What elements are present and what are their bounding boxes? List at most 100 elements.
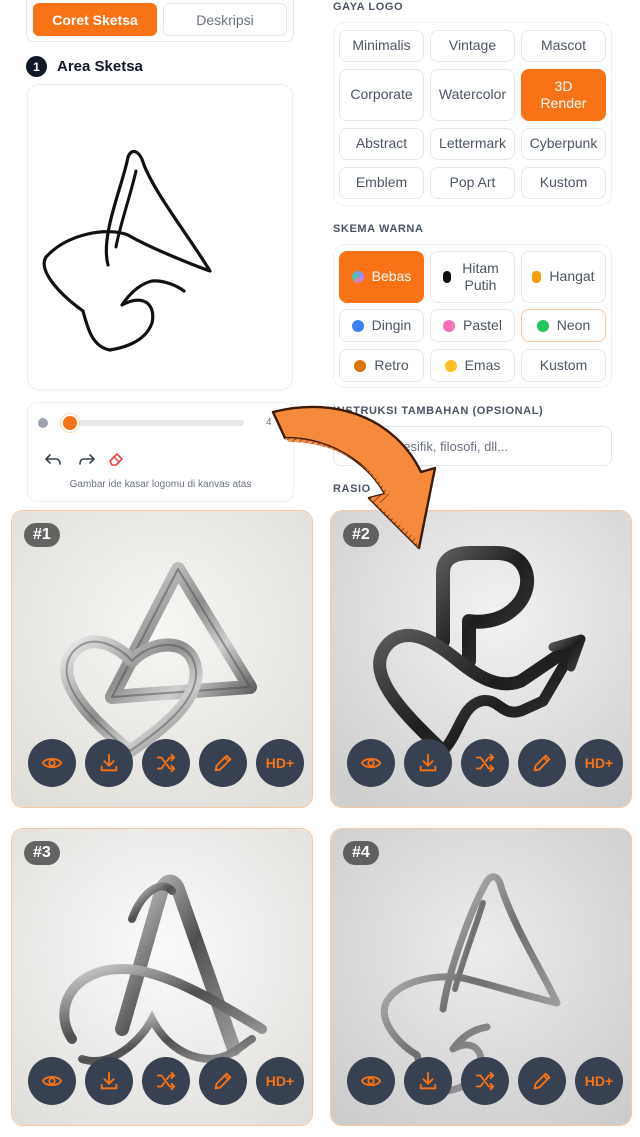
download-icon bbox=[419, 753, 437, 772]
style-option-corporate[interactable]: Corporate bbox=[339, 69, 424, 121]
style-option-emblem[interactable]: Emblem bbox=[339, 167, 424, 199]
style-option-abstract[interactable]: Abstract bbox=[339, 128, 424, 160]
shuffle-icon bbox=[475, 1071, 495, 1091]
tab-coret-sketsa[interactable]: Coret Sketsa bbox=[33, 3, 157, 36]
tab-deskripsi[interactable]: Deskripsi bbox=[163, 3, 287, 36]
download-icon bbox=[100, 753, 118, 772]
ratio-title: RASIO bbox=[333, 483, 371, 495]
view-button[interactable] bbox=[347, 1057, 395, 1105]
hd-upscale-button[interactable]: HD+ bbox=[256, 1057, 304, 1105]
color-scheme-title: SKEMA WARNA bbox=[333, 223, 424, 235]
pencil-icon bbox=[533, 754, 551, 772]
color-option-hangat[interactable]: Hangat bbox=[521, 251, 606, 303]
edit-button[interactable] bbox=[199, 1057, 247, 1105]
shuffle-icon bbox=[156, 753, 176, 773]
sketch-drawing bbox=[42, 149, 212, 352]
result-number-badge: #1 bbox=[24, 523, 60, 547]
eraser-icon[interactable] bbox=[106, 451, 126, 467]
shuffle-button[interactable] bbox=[142, 1057, 190, 1105]
logo-style-title: GAYA LOGO bbox=[333, 1, 404, 13]
download-button[interactable] bbox=[404, 739, 452, 787]
edit-button[interactable] bbox=[199, 739, 247, 787]
logo-style-grid: Minimalis Vintage Mascot Corporate Water… bbox=[333, 22, 612, 206]
brush-size-slider-thumb[interactable] bbox=[63, 416, 77, 430]
style-option-watercolor[interactable]: Watercolor bbox=[430, 69, 515, 121]
download-button[interactable] bbox=[404, 1057, 452, 1105]
instructions-title: INSTRUKSI TAMBAHAN (OPSIONAL) bbox=[333, 405, 544, 417]
shuffle-icon bbox=[475, 753, 495, 773]
style-option-minimalis[interactable]: Minimalis bbox=[339, 30, 424, 62]
color-option-emas[interactable]: Emas bbox=[430, 349, 515, 382]
pencil-icon bbox=[533, 1072, 551, 1090]
eye-icon bbox=[41, 757, 63, 769]
result-card-1[interactable]: #1 HD+ bbox=[11, 510, 313, 808]
neon-swatch-icon bbox=[536, 319, 549, 332]
download-button[interactable] bbox=[85, 739, 133, 787]
sketch-area-title: Area Sketsa bbox=[57, 58, 143, 75]
canvas-hint: Gambar ide kasar logomu di kanvas atas bbox=[69, 479, 252, 490]
color-option-label: Hitam Putih bbox=[462, 259, 499, 294]
color-option-label: Hangat bbox=[549, 268, 595, 285]
brush-size-slider[interactable] bbox=[62, 420, 244, 426]
hd-upscale-button[interactable]: HD+ bbox=[575, 739, 623, 787]
sketch-canvas[interactable] bbox=[27, 84, 293, 390]
style-option-pop-art[interactable]: Pop Art bbox=[430, 167, 515, 199]
result-number-badge: #4 bbox=[343, 841, 379, 865]
step-number-badge: 1 bbox=[26, 56, 47, 77]
style-option-kustom[interactable]: Kustom bbox=[521, 167, 606, 199]
gold-swatch-icon bbox=[444, 359, 457, 372]
style-option-mascot[interactable]: Mascot bbox=[521, 30, 606, 62]
redo-icon[interactable] bbox=[76, 451, 96, 467]
hd-upscale-button[interactable]: HD+ bbox=[575, 1057, 623, 1105]
undo-icon[interactable] bbox=[44, 451, 64, 467]
color-option-label: Emas bbox=[464, 356, 501, 373]
view-button[interactable] bbox=[28, 739, 76, 787]
pencil-icon bbox=[214, 1072, 232, 1090]
shuffle-button[interactable] bbox=[461, 739, 509, 787]
color-option-dingin[interactable]: Dingin bbox=[339, 309, 424, 342]
brush-size-preview bbox=[38, 418, 48, 428]
result-actions: HD+ bbox=[347, 1057, 623, 1105]
instructions-input[interactable]: pesifik, filosofi, dll... bbox=[333, 426, 612, 466]
result-actions: HD+ bbox=[28, 739, 304, 787]
eye-icon bbox=[360, 1075, 382, 1087]
sketch-area-heading: 1 Area Sketsa bbox=[26, 56, 143, 77]
download-button[interactable] bbox=[85, 1057, 133, 1105]
view-button[interactable] bbox=[28, 1057, 76, 1105]
eye-icon bbox=[360, 757, 382, 769]
download-icon bbox=[419, 1071, 437, 1090]
shuffle-button[interactable] bbox=[142, 739, 190, 787]
shuffle-button[interactable] bbox=[461, 1057, 509, 1105]
color-option-hitam-putih[interactable]: Hitam Putih bbox=[430, 251, 515, 303]
color-scheme-grid: Bebas Hitam Putih Hangat Dingin Pastel N… bbox=[333, 244, 612, 388]
view-button[interactable] bbox=[347, 739, 395, 787]
pastel-swatch-icon bbox=[443, 319, 456, 332]
color-option-kustom[interactable]: Kustom bbox=[521, 349, 606, 382]
cool-swatch-icon bbox=[351, 319, 364, 332]
hd-upscale-button[interactable]: HD+ bbox=[256, 739, 304, 787]
retro-swatch-icon bbox=[354, 359, 367, 372]
color-option-neon[interactable]: Neon bbox=[521, 309, 606, 342]
color-option-retro[interactable]: Retro bbox=[339, 349, 424, 382]
brush-size-value: 4 bbox=[266, 417, 272, 428]
style-option-lettermark[interactable]: Lettermark bbox=[430, 128, 515, 160]
style-option-cyberpunk[interactable]: Cyberpunk bbox=[521, 128, 606, 160]
pencil-icon bbox=[214, 754, 232, 772]
color-option-pastel[interactable]: Pastel bbox=[430, 309, 515, 342]
result-actions: HD+ bbox=[28, 1057, 304, 1105]
style-option-vintage[interactable]: Vintage bbox=[430, 30, 515, 62]
edit-button[interactable] bbox=[518, 739, 566, 787]
result-card-4[interactable]: #4 HD+ bbox=[330, 828, 632, 1126]
input-mode-tabs: Coret Sketsa Deskripsi bbox=[26, 0, 294, 42]
color-option-label: Bebas bbox=[371, 268, 412, 285]
color-option-label: Neon bbox=[556, 316, 591, 333]
brush-toolbar: 4 Gambar ide kasar logomu di kanvas atas bbox=[27, 402, 294, 502]
color-option-label: Retro bbox=[374, 356, 409, 373]
color-option-label: Pastel bbox=[463, 316, 502, 333]
result-card-3[interactable]: #3 HD+ bbox=[11, 828, 313, 1126]
color-option-bebas[interactable]: Bebas bbox=[339, 251, 424, 303]
eye-icon bbox=[41, 1075, 63, 1087]
style-option-3d-render[interactable]: 3D Render bbox=[521, 69, 606, 121]
result-card-2[interactable]: #2 HD+ bbox=[330, 510, 632, 808]
edit-button[interactable] bbox=[518, 1057, 566, 1105]
